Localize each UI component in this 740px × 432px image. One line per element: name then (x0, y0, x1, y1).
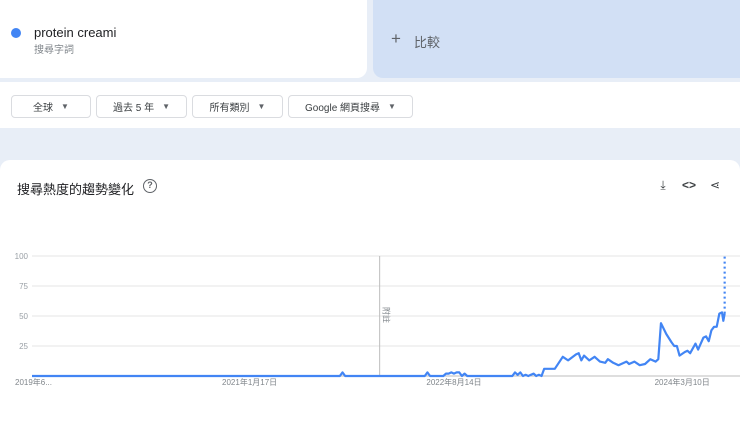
y-tick-label: 25 (19, 342, 28, 351)
y-tick-label: 75 (19, 282, 28, 291)
x-tick-label: 2021年1月17日 (222, 377, 277, 387)
trend-chart: 100 75 50 25 2019年6... 2021年1月17日 2022年8月14日 20… (15, 252, 740, 387)
y-tick-label: 50 (19, 312, 28, 321)
y-tick-label: 100 (15, 252, 29, 261)
annotation-label: 附註 (382, 307, 392, 323)
x-tick-label: 2022年8月14日 (426, 377, 481, 387)
x-tick-label: 2024年3月10日 (655, 377, 710, 387)
series-line (32, 311, 726, 378)
x-tick-label: 2019年6... (15, 377, 52, 387)
